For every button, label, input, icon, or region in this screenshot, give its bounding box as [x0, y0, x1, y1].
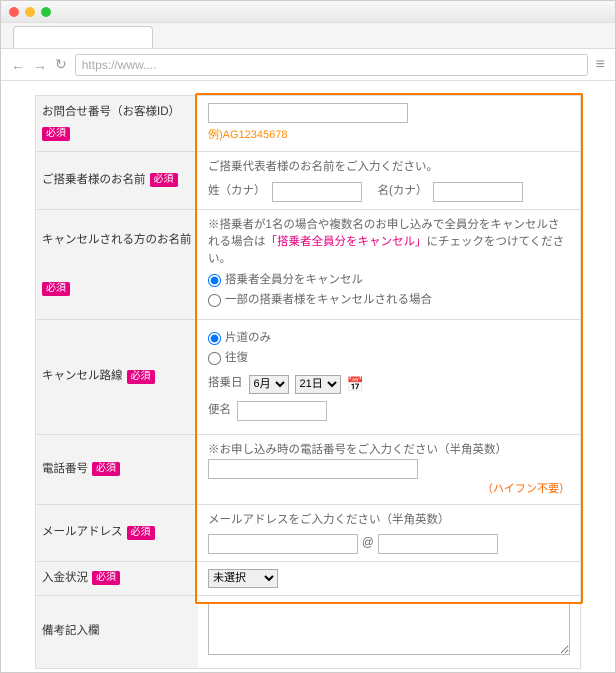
- opt-round: 往復: [225, 350, 248, 367]
- email-domain-input[interactable]: [378, 534, 498, 554]
- required-badge: 必須: [150, 173, 178, 187]
- required-badge: 必須: [127, 526, 155, 540]
- browser-tab[interactable]: [13, 26, 153, 48]
- radio-round[interactable]: [208, 352, 221, 365]
- reload-icon[interactable]: ↻: [55, 56, 67, 73]
- inquiry-id-input[interactable]: [208, 103, 408, 123]
- forward-icon[interactable]: →: [33, 57, 47, 73]
- cancelwho-note: ※搭乗者が1名の場合や複数名のお申し込みで全員分をキャンセルされる場合は「搭乗者…: [208, 217, 570, 269]
- month-select[interactable]: 6月: [249, 375, 289, 394]
- inquiry-example: 例)AG12345678: [208, 127, 570, 144]
- phone-hyphen-note: （ハイフン不要）: [208, 481, 570, 498]
- sei-input[interactable]: [272, 182, 362, 202]
- label-route: キャンセル路線: [42, 369, 123, 384]
- required-badge: 必須: [92, 462, 120, 476]
- email-local-input[interactable]: [208, 534, 358, 554]
- opt-cancel-all: 搭乗者全員分をキャンセル: [225, 272, 363, 289]
- label-remarks: 備考記入欄: [42, 624, 100, 639]
- label-phone: 電話番号: [42, 462, 88, 477]
- phone-note: ※お申し込み時の電話番号をご入力ください（半角英数）: [208, 442, 570, 459]
- label-flight: 便名: [208, 402, 231, 419]
- flight-input[interactable]: [237, 401, 327, 421]
- form-table: お問合せ番号（お客様ID） 必須 例)AG12345678 ご搭乗者様のお名前 …: [35, 95, 581, 669]
- day-select[interactable]: 21日: [295, 375, 341, 394]
- required-badge: 必須: [127, 370, 155, 384]
- label-inquiry: お問合せ番号（お客様ID）: [42, 105, 180, 120]
- opt-cancel-some: 一部の搭乗者様をキャンセルされる場合: [225, 292, 432, 309]
- minimize-icon[interactable]: [25, 7, 35, 17]
- radio-cancel-all[interactable]: [208, 274, 221, 287]
- calendar-icon[interactable]: 📅: [347, 374, 364, 395]
- passenger-note: ご搭乗代表者様のお名前をご入力ください。: [208, 159, 570, 176]
- url-input[interactable]: https://www....: [75, 54, 588, 76]
- phone-input[interactable]: [208, 459, 418, 479]
- remarks-textarea[interactable]: [208, 603, 570, 655]
- maximize-icon[interactable]: [41, 7, 51, 17]
- titlebar: [1, 1, 615, 23]
- required-badge: 必須: [92, 571, 120, 585]
- back-icon[interactable]: ←: [11, 57, 25, 73]
- page-content: お問合せ番号（お客様ID） 必須 例)AG12345678 ご搭乗者様のお名前 …: [1, 81, 615, 672]
- browser-window: ← → ↻ https://www.... ≡ お問合せ番号（お客様ID） 必須…: [0, 0, 616, 673]
- menu-icon[interactable]: ≡: [596, 56, 605, 74]
- label-deposit: 入金状況: [42, 571, 88, 586]
- close-icon[interactable]: [9, 7, 19, 17]
- required-badge: 必須: [42, 282, 70, 296]
- at-symbol: @: [362, 535, 374, 552]
- email-note: メールアドレスをご入力ください（半角英数）: [208, 512, 570, 529]
- mei-input[interactable]: [433, 182, 523, 202]
- deposit-select[interactable]: 未選択: [208, 569, 278, 588]
- required-badge: 必須: [42, 127, 70, 141]
- opt-oneway: 片道のみ: [225, 330, 271, 347]
- label-boarding: 搭乗日: [208, 375, 243, 392]
- tabbar: [1, 23, 615, 49]
- label-mei: 名(カナ）: [378, 183, 428, 200]
- radio-cancel-some[interactable]: [208, 294, 221, 307]
- toolbar: ← → ↻ https://www.... ≡: [1, 49, 615, 81]
- label-cancelwho: キャンセルされる方のお名前: [42, 233, 192, 248]
- label-passenger: ご搭乗者様のお名前: [42, 173, 146, 188]
- label-email: メールアドレス: [42, 525, 123, 540]
- radio-oneway[interactable]: [208, 332, 221, 345]
- label-sei: 姓（カナ）: [208, 183, 266, 200]
